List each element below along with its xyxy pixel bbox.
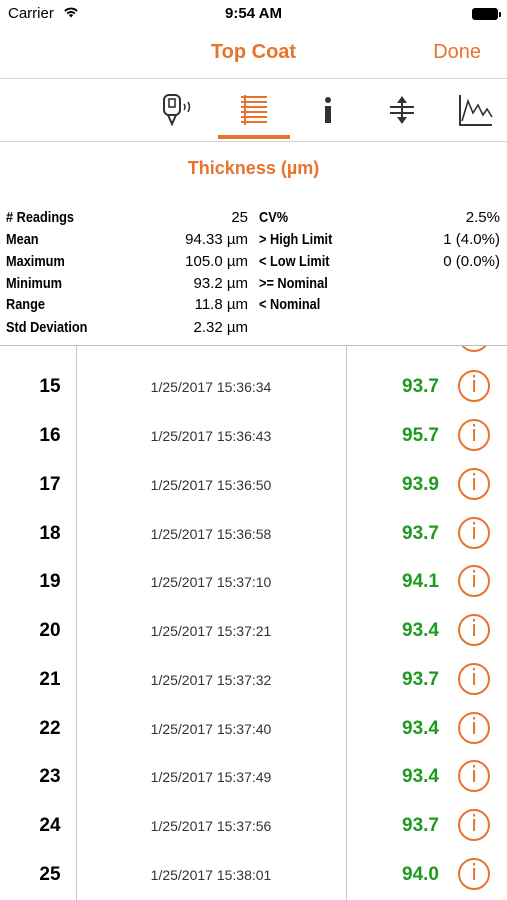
info-button[interactable]: i	[458, 370, 490, 402]
reading-timestamp: 1/25/2017 15:37:10	[150, 574, 272, 590]
stat-label: < Low Limit	[259, 253, 330, 270]
stat-label: CV%	[259, 209, 289, 226]
navigation-bar: Top Coat Done	[0, 28, 507, 79]
table-row[interactable]: 18 1/25/2017 15:36:58 93.7 i	[0, 509, 507, 558]
table-row[interactable]: 16 1/25/2017 15:36:43 95.7 i	[0, 411, 507, 460]
stat-value: 2.32 µm	[193, 319, 249, 336]
info-button[interactable]: i	[458, 858, 490, 890]
stat-value: 93.2 µm	[193, 275, 249, 292]
list-icon	[239, 94, 269, 126]
stat-label: >= Nominal	[259, 275, 328, 292]
table-row[interactable]: 15 1/25/2017 15:36:34 93.7 i	[0, 362, 507, 411]
stat-label: Maximum	[6, 253, 65, 270]
info-icon	[322, 96, 334, 124]
stat-value: 94.33 µm	[185, 231, 248, 248]
info-button[interactable]: i	[458, 712, 490, 744]
reading-timestamp: 1/25/2017 15:36:50	[150, 477, 272, 493]
table-row[interactable]: 24 1/25/2017 15:37:56 93.7 i	[0, 801, 507, 850]
tab-info[interactable]	[290, 79, 366, 141]
stat-row: # Readings 25 CV% 2.5%	[0, 209, 507, 231]
tab-chart[interactable]	[438, 79, 507, 141]
clock: 9:54 AM	[225, 5, 282, 22]
table-row[interactable]: 21 1/25/2017 15:37:32 93.7 i	[0, 655, 507, 704]
table-row[interactable]: 25 1/25/2017 15:38:01 94.0 i	[0, 850, 507, 899]
stat-row: Maximum 105.0 µm < Low Limit 0 (0.0%)	[0, 253, 507, 275]
status-bar: Carrier 9:54 AM	[0, 0, 507, 28]
stat-label: Mean	[6, 231, 39, 248]
reading-value: 93.7	[402, 815, 439, 836]
reading-value: 93.7	[402, 523, 439, 544]
reading-timestamp: 1/25/2017 15:38:01	[150, 867, 272, 883]
reading-value: 93.9	[402, 474, 439, 495]
done-button[interactable]: Done	[433, 41, 481, 64]
reading-timestamp: 1/25/2017 15:36:34	[150, 379, 272, 395]
reading-timestamp: 1/25/2017 15:37:49	[150, 769, 272, 785]
reading-timestamp: 1/25/2017 15:36:43	[150, 428, 272, 444]
stat-value: 1 (4.0%)	[443, 231, 500, 248]
stat-row: Range 11.8 µm < Nominal	[0, 296, 507, 318]
reading-value: 94.0	[402, 864, 439, 885]
tab-probe[interactable]	[140, 79, 216, 141]
reading-value: 93.4	[402, 620, 439, 641]
tab-limits[interactable]	[364, 79, 440, 141]
page-title: Top Coat	[210, 41, 297, 63]
stat-label: # Readings	[6, 209, 75, 226]
statistics-panel: # Readings 25 CV% 2.5% Mean 94.33 µm > H…	[0, 206, 507, 346]
reading-value: 95.7	[402, 425, 439, 446]
stat-value: 11.8 µm	[194, 296, 248, 313]
info-button[interactable]: i	[458, 565, 490, 597]
tab-bar	[0, 79, 507, 142]
table-row[interactable]: 19 1/25/2017 15:37:10 94.1 i	[0, 557, 507, 606]
stat-label: > High Limit	[259, 231, 333, 248]
info-button[interactable]: i	[458, 468, 490, 500]
reading-value: 93.7	[402, 669, 439, 690]
table-row[interactable]: 17 1/25/2017 15:36:50 93.9 i	[0, 460, 507, 509]
reading-value: 94.1	[402, 571, 439, 592]
reading-timestamp: 1/25/2017 15:36:58	[150, 526, 272, 542]
stat-row: Mean 94.33 µm > High Limit 1 (4.0%)	[0, 231, 507, 253]
battery-icon	[472, 8, 501, 20]
reading-value: 93.4	[402, 718, 439, 739]
stat-value: 2.5%	[465, 209, 500, 226]
info-button[interactable]: i	[458, 760, 490, 792]
stat-row: Std Deviation 2.32 µm	[0, 319, 507, 341]
info-button[interactable]: i	[458, 517, 490, 549]
reading-timestamp: 1/25/2017 15:37:56	[150, 818, 272, 834]
reading-value: 93.4	[402, 766, 439, 787]
probe-icon	[160, 93, 196, 127]
reading-timestamp: 1/25/2017 15:37:40	[150, 721, 272, 737]
info-button[interactable]: i	[458, 663, 490, 695]
table-row[interactable]: 23 1/25/2017 15:37:49 93.4 i	[0, 752, 507, 801]
reading-timestamp: 1/25/2017 15:37:21	[150, 623, 272, 639]
stat-value: 105.0 µm	[185, 253, 248, 270]
table-row[interactable]: 20 1/25/2017 15:37:21 93.4 i	[0, 606, 507, 655]
reading-value: 93.7	[402, 376, 439, 397]
stat-value: 25	[231, 209, 248, 226]
chart-icon	[458, 93, 494, 127]
limits-icon	[388, 94, 416, 126]
stat-label: < Nominal	[259, 296, 321, 313]
stat-label: Std Deviation	[6, 319, 88, 336]
stat-row: Minimum 93.2 µm >= Nominal	[0, 275, 507, 297]
stat-label: Minimum	[6, 275, 62, 292]
stat-label: Range	[6, 296, 45, 313]
section-title: Thickness (µm)	[187, 158, 320, 178]
info-button[interactable]: i	[458, 614, 490, 646]
reading-timestamp: 1/25/2017 15:37:32	[150, 672, 272, 688]
stat-value: 0 (0.0%)	[443, 253, 500, 270]
info-button[interactable]: i	[458, 809, 490, 841]
readings-list[interactable]: 15 1/25/2017 15:36:34 93.7 i 16 1/25/201…	[0, 346, 507, 900]
info-button[interactable]: i	[458, 419, 490, 451]
info-button[interactable]	[458, 346, 490, 352]
table-row[interactable]: 22 1/25/2017 15:37:40 93.4 i	[0, 704, 507, 753]
tab-readings[interactable]	[216, 79, 292, 141]
